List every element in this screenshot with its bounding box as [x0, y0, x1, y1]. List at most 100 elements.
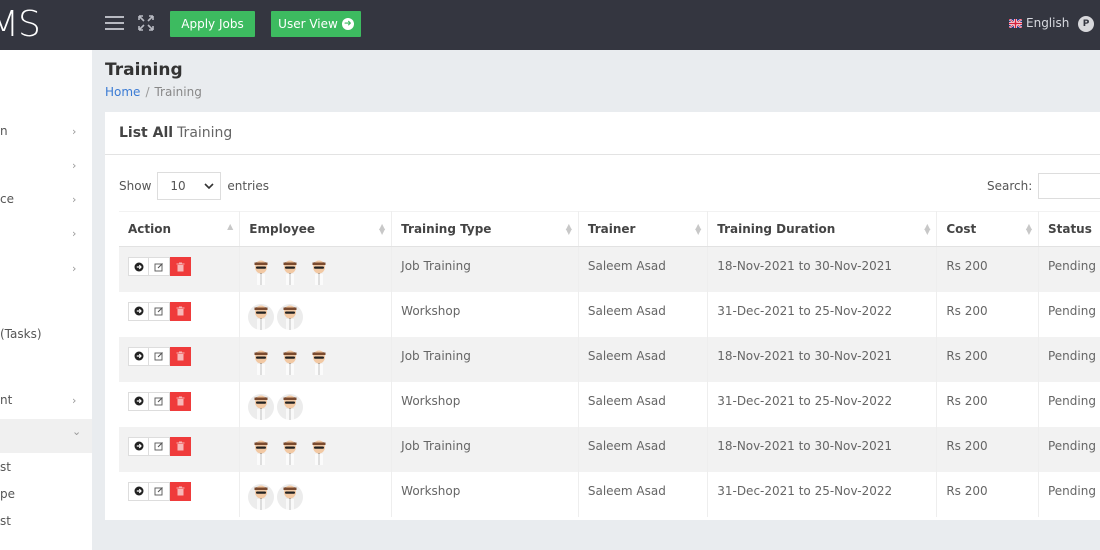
column-header-label: Cost [946, 222, 977, 236]
employee-avatar[interactable] [307, 257, 331, 287]
sidebar-item-training[interactable]: ⌄ [0, 419, 92, 453]
employee-avatar[interactable] [248, 392, 275, 422]
trainer-cell: Saleem Asad [578, 381, 709, 427]
duration-cell: 31-Dec-2021 to 25-Nov-2022 [707, 471, 938, 517]
edit-button[interactable] [149, 257, 170, 276]
sidebar-subitem-3[interactable]: st [0, 514, 11, 528]
column-header-label: Action [128, 222, 172, 236]
menu-toggle-icon[interactable] [105, 16, 124, 32]
column-header-label: Training Type [401, 222, 492, 236]
delete-button[interactable] [170, 346, 191, 366]
view-icon [134, 306, 143, 316]
employee-avatar[interactable] [249, 257, 273, 287]
sidebar-item-2[interactable]: › [0, 148, 92, 182]
sidebar-item-4[interactable]: › [0, 216, 92, 250]
show-entries: Show 10 entries [119, 172, 269, 200]
language-selector[interactable]: English [1009, 16, 1069, 30]
trainer-cell: Saleem Asad [578, 291, 709, 337]
cost-cell: Rs 200 [936, 471, 1039, 517]
search-input[interactable] [1038, 173, 1100, 199]
employee-avatar[interactable] [307, 437, 331, 467]
edit-button[interactable] [149, 436, 170, 456]
user-view-button[interactable]: User View ➜ [271, 11, 361, 37]
profile-avatar[interactable]: P [1078, 16, 1094, 32]
chevron-right-icon: › [72, 192, 77, 206]
delete-button[interactable] [170, 436, 191, 456]
status-cell: Pending [1038, 246, 1100, 292]
edit-icon [154, 442, 163, 451]
edit-icon [154, 307, 163, 316]
action-cell [119, 426, 241, 472]
column-header-duration[interactable]: Training Duration ▲ ▼ [707, 211, 938, 247]
sidebar-subitem-2[interactable]: pe [0, 487, 15, 501]
card-title-rest: Training [177, 125, 233, 141]
delete-icon [176, 262, 184, 271]
action-cell [119, 336, 241, 382]
delete-button[interactable] [170, 391, 191, 411]
view-button[interactable] [128, 481, 149, 501]
view-button[interactable] [128, 301, 149, 321]
cost-cell: Rs 200 [936, 336, 1039, 382]
user-view-label: User View [278, 17, 338, 31]
employee-avatar[interactable] [277, 482, 304, 512]
employee-avatar[interactable] [278, 347, 302, 377]
employee-avatar[interactable] [248, 482, 275, 512]
delete-button[interactable] [170, 301, 191, 321]
column-header-cost[interactable]: Cost ▲ ▼ [936, 211, 1039, 247]
column-header-label: Employee [249, 222, 316, 236]
apply-jobs-button[interactable]: Apply Jobs [170, 11, 255, 37]
training-type-cell: Workshop [391, 381, 579, 427]
card-title: List All Training [105, 112, 1100, 155]
sidebar-item-5[interactable]: › [0, 251, 92, 285]
cost-cell: Rs 200 [936, 246, 1039, 292]
employee-avatar[interactable] [277, 302, 304, 332]
breadcrumb: Home / Training [105, 85, 202, 99]
apply-jobs-label: Apply Jobs [181, 17, 244, 31]
delete-button[interactable] [170, 257, 191, 276]
edit-button[interactable] [149, 481, 170, 501]
trainer-cell: Saleem Asad [578, 336, 709, 382]
edit-button[interactable] [149, 301, 170, 321]
employee-avatar[interactable] [278, 257, 302, 287]
employee-avatar[interactable] [249, 437, 273, 467]
view-button[interactable] [128, 257, 149, 276]
duration-cell: 18-Nov-2021 to 30-Nov-2021 [707, 246, 938, 292]
delete-button[interactable] [170, 481, 191, 501]
show-label: Show [119, 179, 152, 193]
sidebar-subitem-1[interactable]: st [0, 460, 11, 474]
sidebar-item-7[interactable]: nt › [0, 383, 92, 417]
column-header-label: Status [1047, 222, 1092, 236]
view-button[interactable] [128, 391, 149, 411]
view-button[interactable] [128, 346, 149, 366]
employee-avatar[interactable] [248, 302, 275, 332]
sidebar-item-3[interactable]: ce › [0, 182, 92, 216]
training-type-cell: Workshop [391, 471, 579, 517]
employee-avatar[interactable] [278, 437, 302, 467]
entries-label: entries [227, 179, 269, 193]
employee-cell [239, 381, 393, 427]
employee-avatar[interactable] [277, 392, 304, 422]
view-button[interactable] [128, 436, 149, 456]
column-header-trainer[interactable]: Trainer ▲ ▼ [578, 211, 709, 247]
sidebar-item-tasks[interactable]: (Tasks) [0, 317, 92, 351]
column-header-status[interactable]: Status [1038, 211, 1100, 247]
status-cell: Pending [1047, 483, 1096, 498]
entries-select[interactable]: 10 [157, 172, 222, 200]
edit-button[interactable] [149, 391, 170, 411]
employee-avatar[interactable] [249, 347, 273, 377]
fullscreen-icon[interactable] [137, 14, 155, 32]
language-label: English [1026, 16, 1070, 30]
breadcrumb-home-link[interactable]: Home [105, 85, 140, 99]
column-header-action[interactable]: Action ▲ [119, 211, 241, 247]
app-logo[interactable]: MS [0, 4, 41, 45]
delete-icon [176, 306, 184, 316]
arrow-circle-right-icon: ➜ [341, 18, 354, 30]
column-header-training-type[interactable]: Training Type ▲ ▼ [391, 211, 579, 247]
employee-avatar[interactable] [307, 347, 331, 377]
edit-button[interactable] [149, 346, 170, 366]
training-table: Action ▲ Employee ▲ ▼ Training Type ▲ ▼ Train… [119, 211, 1100, 517]
sidebar-item-1[interactable]: n › [0, 114, 92, 148]
chevron-right-icon: › [72, 393, 77, 407]
column-header-employee[interactable]: Employee ▲ ▼ [239, 211, 393, 247]
column-header-label: Training Duration [717, 222, 836, 236]
